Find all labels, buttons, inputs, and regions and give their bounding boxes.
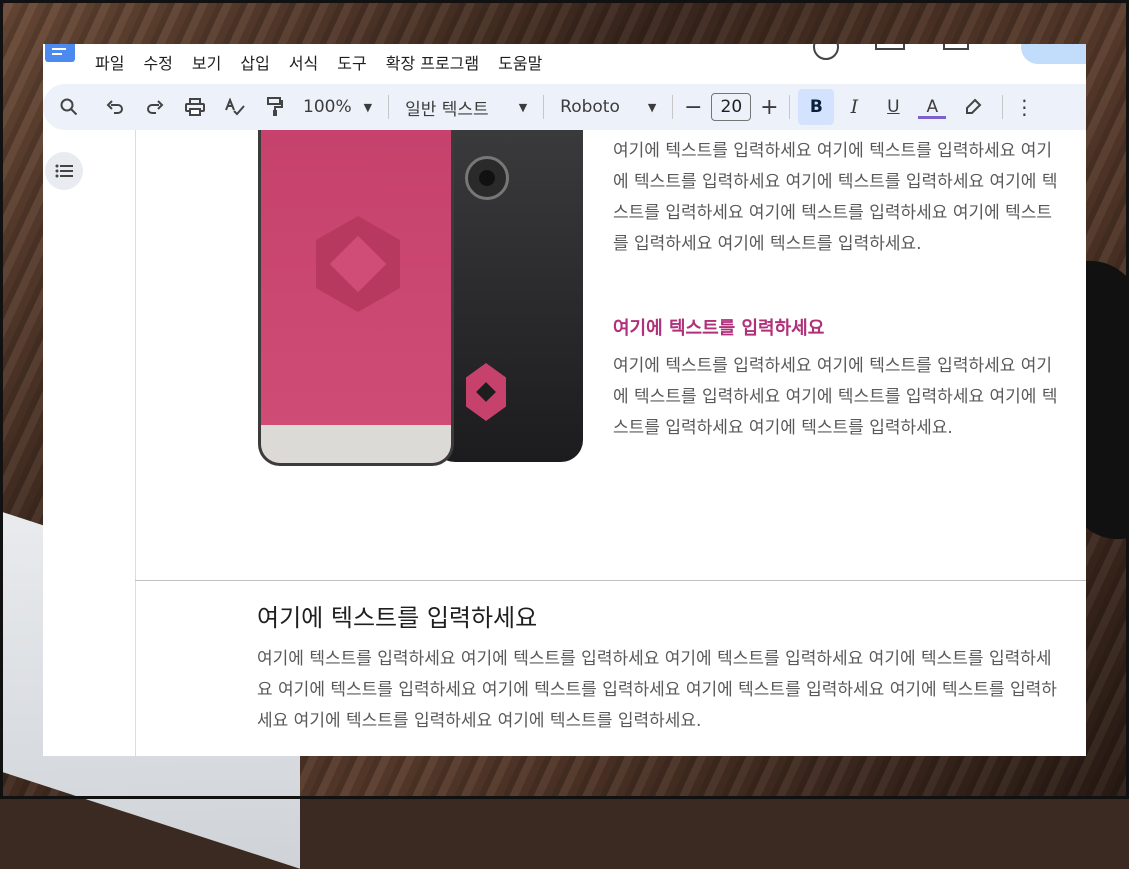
chevron-down-icon: ▼ — [518, 100, 528, 114]
docs-logo-icon[interactable] — [45, 44, 75, 62]
undo-icon[interactable] — [95, 89, 135, 125]
menu-items: 파일 수정 보기 삽입 서식 도구 확장 프로그램 도움말 — [95, 50, 542, 74]
section-heading[interactable]: 여기에 텍스트를 입력하세요 — [613, 314, 824, 340]
text-color-button[interactable]: A — [912, 89, 952, 125]
heading-2[interactable]: 여기에 텍스트를 입력하세요 — [257, 598, 537, 633]
toolbar-divider — [543, 95, 545, 119]
menu-edit[interactable]: 수정 — [143, 50, 172, 74]
page-edge — [135, 130, 136, 756]
page-break — [135, 580, 1086, 581]
highlighter-icon[interactable] — [952, 89, 994, 125]
camera-icon — [465, 156, 509, 200]
phone-chin — [261, 425, 451, 463]
chevron-down-icon: ▼ — [647, 100, 657, 114]
menu-bar: 파일 수정 보기 삽입 서식 도구 확장 프로그램 도움말 — [43, 44, 1086, 80]
share-button[interactable] — [1021, 44, 1086, 64]
toolbar-divider — [1002, 95, 1004, 119]
body-paragraph[interactable]: 여기에 텍스트를 입력하세요 여기에 텍스트를 입력하세요 여기에 텍스트를 입… — [257, 644, 1067, 737]
menu-extensions[interactable]: 확장 프로그램 — [386, 50, 479, 74]
font-select[interactable]: Roboto ▼ — [552, 97, 664, 117]
toolbar-divider — [789, 95, 791, 119]
menu-file[interactable]: 파일 — [95, 50, 124, 74]
outline-icon[interactable] — [45, 152, 83, 190]
toolbar-divider — [672, 95, 674, 119]
zoom-select[interactable]: 100% ▼ — [295, 97, 380, 117]
minus-icon[interactable]: − — [681, 89, 705, 125]
plus-icon[interactable]: + — [757, 89, 781, 125]
meet-icon[interactable] — [943, 44, 969, 50]
body-paragraph[interactable]: 여기에 텍스트를 입력하세요 여기에 텍스트를 입력하세요 여기에 텍스트를 입… — [613, 136, 1063, 260]
style-value: 일반 텍스트 — [405, 99, 489, 120]
menu-tools[interactable]: 도구 — [337, 50, 366, 74]
comments-icon[interactable] — [875, 44, 905, 50]
body-paragraph[interactable]: 여기에 텍스트를 입력하세요 여기에 텍스트를 입력하세요 여기에 텍스트를 입… — [613, 351, 1063, 444]
menu-insert[interactable]: 삽입 — [240, 50, 269, 74]
history-icon[interactable] — [813, 44, 839, 60]
phone-front-illustration — [258, 130, 454, 466]
menu-help[interactable]: 도움말 — [498, 50, 542, 74]
toolbar-divider — [388, 95, 390, 119]
underline-button[interactable]: U — [874, 89, 912, 125]
more-icon[interactable]: ⋮ — [1011, 89, 1037, 125]
style-select[interactable]: 일반 텍스트 ▼ — [397, 95, 535, 120]
logo-large-icon — [316, 216, 400, 312]
italic-button[interactable]: I — [834, 89, 874, 125]
toolbar: 100% ▼ 일반 텍스트 ▼ Roboto ▼ − 20 + B I U A … — [43, 84, 1086, 130]
paint-format-icon[interactable] — [255, 89, 295, 125]
menu-format[interactable]: 서식 — [289, 50, 318, 74]
zoom-value: 100% — [303, 97, 352, 117]
menu-view[interactable]: 보기 — [192, 50, 221, 74]
font-size-input[interactable]: 20 — [711, 93, 752, 121]
print-icon[interactable] — [175, 89, 215, 125]
search-icon[interactable] — [43, 89, 95, 125]
docs-window: 파일 수정 보기 삽입 서식 도구 확장 프로그램 도움말 100% ▼ 일반 … — [43, 44, 1086, 756]
spellcheck-icon[interactable] — [215, 89, 255, 125]
font-value: Roboto — [560, 97, 620, 117]
bold-button[interactable]: B — [798, 89, 835, 125]
chevron-down-icon: ▼ — [363, 100, 373, 114]
redo-icon[interactable] — [135, 89, 175, 125]
